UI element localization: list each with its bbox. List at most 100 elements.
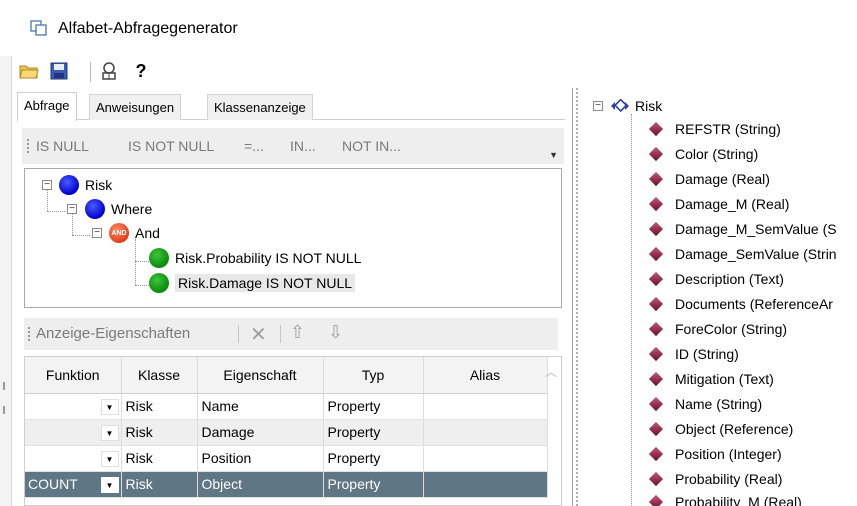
property-icon <box>648 396 664 412</box>
property-icon <box>648 321 664 337</box>
collapse-icon[interactable]: − <box>92 228 102 238</box>
property-item[interactable]: REFSTR (String) <box>648 118 781 140</box>
display-properties-label: Anzeige-Eigenschaften <box>36 325 191 342</box>
properties-button[interactable] <box>98 60 120 82</box>
op-in[interactable]: IN... <box>290 138 316 154</box>
delete-icon[interactable]: ✕ <box>250 322 267 347</box>
typ-cell[interactable]: Property <box>323 445 424 472</box>
move-up-icon[interactable]: ⇧ <box>290 322 305 343</box>
property-item[interactable]: Mitigation (Text) <box>648 368 774 390</box>
tab-abfrage[interactable]: Abfrage <box>17 92 77 121</box>
properties-icon <box>102 62 116 80</box>
and-operator-icon: AND <box>109 223 129 243</box>
open-folder-icon <box>19 65 39 79</box>
funktion-cell[interactable]: ▼ <box>25 419 122 446</box>
property-icon <box>648 471 664 487</box>
typ-cell[interactable]: Property <box>323 471 424 498</box>
alias-cell[interactable] <box>423 393 548 420</box>
tree-node-condition[interactable]: Risk.Probability IS NOT NULL <box>149 247 361 269</box>
save-button[interactable] <box>48 60 70 82</box>
collapse-icon[interactable]: − <box>67 204 77 214</box>
property-item[interactable]: ForeColor (String) <box>648 318 787 340</box>
property-item[interactable]: Damage_SemValue (Strin <box>648 243 837 265</box>
column-header-alias[interactable]: Alias <box>423 357 548 394</box>
overflow-chevron-icon[interactable]: ▼ <box>549 150 558 160</box>
property-item[interactable]: Position (Integer) <box>648 443 782 465</box>
property-item[interactable]: Description (Text) <box>648 268 784 290</box>
property-icon <box>648 296 664 312</box>
table-row[interactable]: ▼ Risk Name Property <box>25 393 548 420</box>
class-icon <box>611 99 629 113</box>
column-header-funktion[interactable]: Funktion <box>25 357 122 394</box>
property-icon <box>648 494 664 506</box>
property-item[interactable]: Probability_M (Real) <box>648 491 802 506</box>
move-down-icon[interactable]: ⇩ <box>328 322 343 343</box>
typ-cell[interactable]: Property <box>323 419 424 446</box>
funktion-cell[interactable]: COUNT ▼ <box>25 471 122 498</box>
query-tree[interactable]: − Risk − Where − AND And Risk.Probabilit… <box>24 168 562 308</box>
op-equals[interactable]: =... <box>244 138 264 154</box>
alias-cell[interactable] <box>423 445 548 472</box>
save-icon <box>50 62 68 80</box>
eigenschaft-cell[interactable]: Position <box>197 445 324 472</box>
eigenschaft-cell[interactable]: Object <box>197 471 324 498</box>
collapse-icon[interactable]: − <box>42 180 52 190</box>
column-header-typ[interactable]: Typ <box>323 357 424 394</box>
table-row[interactable]: ▼ Risk Damage Property <box>25 419 548 446</box>
property-icon <box>648 421 664 437</box>
column-header-eigenschaft[interactable]: Eigenschaft <box>197 357 324 394</box>
eigenschaft-cell[interactable]: Damage <box>197 419 324 446</box>
scroll-up-icon[interactable]: ︿ <box>545 363 557 380</box>
dropdown-arrow-icon[interactable]: ▼ <box>100 450 119 467</box>
help-button[interactable]: ? <box>130 60 152 82</box>
where-icon <box>85 199 105 219</box>
open-button[interactable] <box>18 60 40 82</box>
op-not-in[interactable]: NOT IN... <box>342 138 401 154</box>
property-icon <box>648 221 664 237</box>
klasse-cell[interactable]: Risk <box>121 471 198 498</box>
operator-toolbar: IS NULL IS NOT NULL =... IN... NOT IN...… <box>22 128 564 164</box>
property-item[interactable]: Probability (Real) <box>648 468 782 490</box>
query-builder-icon <box>30 20 47 36</box>
property-icon <box>648 171 664 187</box>
property-item[interactable]: Name (String) <box>648 393 762 415</box>
properties-grid: Funktion Klasse Eigenschaft Typ Alias ▼ … <box>24 356 562 506</box>
property-item[interactable]: Damage_M_SemValue (S <box>648 218 837 240</box>
typ-cell[interactable]: Property <box>323 393 424 420</box>
entity-icon <box>59 175 79 195</box>
op-is-not-null[interactable]: IS NOT NULL <box>128 138 214 154</box>
property-item[interactable]: Documents (ReferenceAr <box>648 293 833 315</box>
tab-klassenanzeige[interactable]: Klassenanzeige <box>207 94 313 120</box>
property-icon <box>648 371 664 387</box>
property-item[interactable]: ID (String) <box>648 343 739 365</box>
klasse-cell[interactable]: Risk <box>121 419 198 446</box>
funktion-cell[interactable]: ▼ <box>25 445 122 472</box>
tree-node-risk[interactable]: Risk <box>59 174 112 196</box>
class-tree[interactable]: − Risk REFSTR (String) Color (String) Da… <box>572 88 857 506</box>
collapse-icon[interactable]: − <box>593 101 603 111</box>
table-row[interactable]: ▼ Risk Position Property <box>25 445 548 472</box>
dropdown-arrow-icon[interactable]: ▼ <box>100 398 119 415</box>
tab-anweisungen[interactable]: Anweisungen <box>89 94 182 120</box>
klasse-cell[interactable]: Risk <box>121 393 198 420</box>
alias-cell[interactable] <box>423 419 548 446</box>
property-icon <box>648 146 664 162</box>
dropdown-arrow-icon[interactable]: ▼ <box>100 476 119 493</box>
op-is-null[interactable]: IS NULL <box>36 138 89 154</box>
dropdown-arrow-icon[interactable]: ▼ <box>100 424 119 441</box>
tree-node-condition[interactable]: Risk.Damage IS NOT NULL <box>149 272 356 294</box>
class-node-risk[interactable]: − Risk <box>593 96 662 116</box>
funktion-cell[interactable]: ▼ <box>25 393 122 420</box>
tree-node-and[interactable]: AND And <box>109 222 160 244</box>
klasse-cell[interactable]: Risk <box>121 445 198 472</box>
left-edge <box>0 56 12 506</box>
eigenschaft-cell[interactable]: Name <box>197 393 324 420</box>
property-item[interactable]: Object (Reference) <box>648 418 793 440</box>
property-item[interactable]: Damage (Real) <box>648 168 770 190</box>
table-row-selected[interactable]: COUNT ▼ Risk Object Property <box>25 471 548 498</box>
tree-node-where[interactable]: Where <box>85 198 152 220</box>
property-item[interactable]: Damage_M (Real) <box>648 193 789 215</box>
column-header-klasse[interactable]: Klasse <box>121 357 198 394</box>
property-item[interactable]: Color (String) <box>648 143 758 165</box>
alias-cell[interactable] <box>423 471 548 498</box>
